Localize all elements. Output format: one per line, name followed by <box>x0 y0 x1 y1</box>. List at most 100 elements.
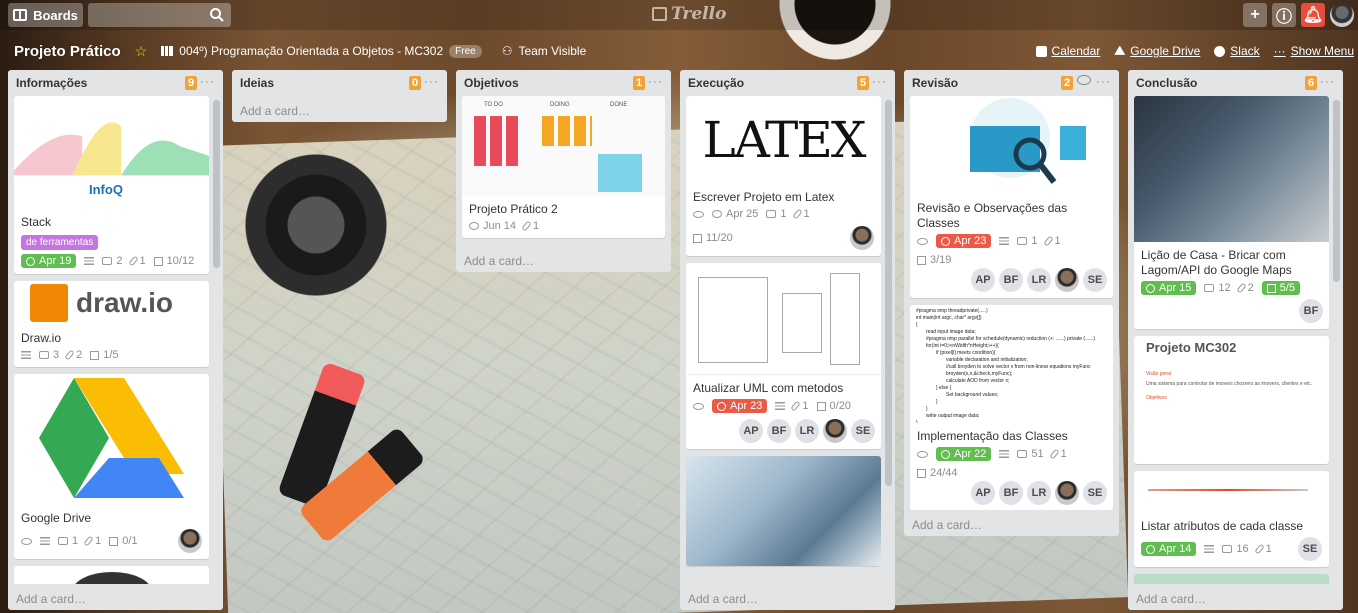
due-date-badge[interactable]: Apr 23 <box>712 399 768 413</box>
doc-title: Projeto MC302 <box>1146 340 1237 355</box>
card-revisao-classes[interactable]: Revisão e Observações das Classes Apr 23… <box>910 96 1113 298</box>
code-line: { <box>916 322 918 328</box>
list-title[interactable]: Execução <box>688 76 744 90</box>
card-implementacao-classes[interactable]: #pragma omp threadprivate(.....) int mai… <box>910 305 1113 510</box>
member-avatar[interactable]: LR <box>795 419 819 443</box>
member-avatar[interactable]: BF <box>767 419 791 443</box>
user-avatar[interactable] <box>1330 3 1354 27</box>
card-listar-atributos[interactable]: Listar atributos de cada classe Apr 14 1… <box>1134 471 1329 567</box>
card-cover-drawio: draw.io <box>14 281 209 325</box>
card-stack[interactable]: InfoQ Stack de ferramentas Apr 19 2 1 10… <box>14 96 209 274</box>
info-icon[interactable]: ⓘ <box>1272 3 1296 27</box>
member-avatar[interactable] <box>850 226 874 250</box>
list-scrollbar[interactable] <box>885 100 892 486</box>
member-avatar[interactable]: AP <box>971 268 995 292</box>
due-date-badge[interactable]: Apr 15 <box>1141 281 1197 295</box>
search-box[interactable] <box>88 3 231 27</box>
list-ideias: Ideias 0 ··· Add a card… <box>232 70 447 122</box>
star-icon[interactable]: ☆ <box>135 43 148 60</box>
member-avatar[interactable]: SE <box>1083 268 1107 292</box>
member-avatar[interactable] <box>1055 268 1079 292</box>
code-line: write output image data; <box>926 413 980 419</box>
member-avatar[interactable]: SE <box>1083 481 1107 505</box>
attachment-count: 2 <box>1247 282 1254 294</box>
list-scrollbar[interactable] <box>1333 100 1340 282</box>
member-avatar[interactable]: BF <box>999 268 1023 292</box>
list-title[interactable]: Ideias <box>240 76 274 90</box>
card-google-drive[interactable]: Google Drive 1 1 0/1 <box>14 374 209 559</box>
member-avatar[interactable]: LR <box>1027 268 1051 292</box>
due-date-badge[interactable]: Apr 23 <box>936 234 992 248</box>
card-partial[interactable] <box>14 566 209 584</box>
member-avatar[interactable]: LR <box>1027 481 1051 505</box>
member-avatar[interactable] <box>1055 481 1079 505</box>
due-date-badge[interactable]: Apr 22 <box>936 447 992 461</box>
member-avatar[interactable]: BF <box>1299 299 1323 323</box>
uml-class-box <box>782 293 822 353</box>
add-card-button[interactable]: Add a card… <box>1136 592 1206 606</box>
card-latex[interactable]: LATEX Escrever Projeto em Latex Apr 25 1… <box>686 96 881 256</box>
add-card-button[interactable]: Add a card… <box>16 592 86 606</box>
list-menu-icon[interactable]: ··· <box>424 74 439 88</box>
boards-button[interactable]: Boards <box>8 3 83 27</box>
add-card-button[interactable]: Add a card… <box>464 254 534 268</box>
list-menu-icon[interactable]: ··· <box>1096 74 1111 88</box>
list-menu-icon[interactable]: ··· <box>872 74 887 88</box>
google-drive-link[interactable]: Google Drive <box>1114 44 1200 58</box>
list-title[interactable]: Informações <box>16 76 87 90</box>
card-title: Revisão e Observações das Classes <box>917 201 1068 230</box>
calendar-link[interactable]: Calendar <box>1035 44 1100 58</box>
card-projeto-pratico-2[interactable]: TO DO DOING DONE Projeto Prático 2 Jun 1… <box>462 96 665 238</box>
member-avatar[interactable]: AP <box>971 481 995 505</box>
list-title[interactable]: Conclusão <box>1136 76 1197 90</box>
trello-logo[interactable]: Trello <box>652 4 726 24</box>
member-avatar[interactable] <box>178 529 202 553</box>
doc-paragraph: Uma sistema para controlar de imoveis ch… <box>1146 381 1313 387</box>
attachment-count: 1 <box>1054 235 1061 247</box>
board-org[interactable]: 004º) Programação Orientada a Objetos - … <box>161 44 482 58</box>
card-cover-uml <box>686 263 881 375</box>
visibility-button[interactable]: ⚇ Team Visible <box>502 44 587 58</box>
board-header: Projeto Prático ☆ 004º) Programação Orie… <box>0 36 1358 66</box>
card-drawio[interactable]: draw.io Draw.io 3 2 1/5 <box>14 281 209 367</box>
list-card-count: 9 <box>185 76 197 90</box>
card-uml[interactable]: Atualizar UML com metodos Apr 23 1 0/20 … <box>686 263 881 449</box>
uml-class-box <box>830 273 860 365</box>
list-menu-icon[interactable]: ··· <box>200 74 215 88</box>
list-menu-icon[interactable]: ··· <box>648 74 663 88</box>
member-avatar[interactable]: SE <box>851 419 875 443</box>
list-scrollbar[interactable] <box>213 100 220 268</box>
member-avatar[interactable]: BF <box>999 481 1023 505</box>
member-avatar[interactable]: SE <box>1298 537 1322 561</box>
attachment-icon <box>1042 235 1054 247</box>
add-card-button[interactable]: Add a card… <box>912 518 982 532</box>
list-title[interactable]: Revisão <box>912 76 958 90</box>
watch-icon[interactable] <box>1077 75 1091 85</box>
comment-icon <box>1222 545 1233 553</box>
kanban-col-done: DONE <box>610 102 628 108</box>
add-icon[interactable]: + <box>1243 3 1267 27</box>
list-title[interactable]: Objetivos <box>464 76 519 90</box>
slack-link[interactable]: Slack <box>1214 44 1260 58</box>
checklist-icon <box>917 468 926 478</box>
member-avatar[interactable] <box>823 419 847 443</box>
add-card-button[interactable]: Add a card… <box>240 104 310 118</box>
show-menu-button[interactable]: ··· Show Menu <box>1274 44 1354 58</box>
due-date-badge[interactable]: Apr 14 <box>1141 542 1197 556</box>
plan-badge: Free <box>449 44 482 58</box>
card-label[interactable]: de ferramentas <box>21 235 99 250</box>
due-date-badge[interactable]: Apr 19 <box>21 254 77 268</box>
member-avatar[interactable]: AP <box>739 419 763 443</box>
card-licao-de-casa[interactable]: Lição de Casa - Bricar com Lagom/API do … <box>1134 96 1329 329</box>
card-partial[interactable] <box>1134 574 1329 584</box>
card-doc-projeto-mc302[interactable]: Projeto MC302 Visão geral Uma sistema pa… <box>1134 336 1329 464</box>
list-menu-icon[interactable]: ··· <box>1320 74 1335 88</box>
add-card-button[interactable]: Add a card… <box>688 592 758 606</box>
notification-bell-icon[interactable]: 🔔︎ <box>1301 3 1325 27</box>
card-cover-meeting-photo <box>686 456 881 566</box>
card-meeting[interactable] <box>686 456 881 566</box>
card-title: Stack <box>21 215 52 229</box>
code-line: int main(int argc, char* argv[]) <box>916 315 982 321</box>
search-icon[interactable] <box>209 7 225 23</box>
board-title[interactable]: Projeto Prático <box>14 43 121 60</box>
